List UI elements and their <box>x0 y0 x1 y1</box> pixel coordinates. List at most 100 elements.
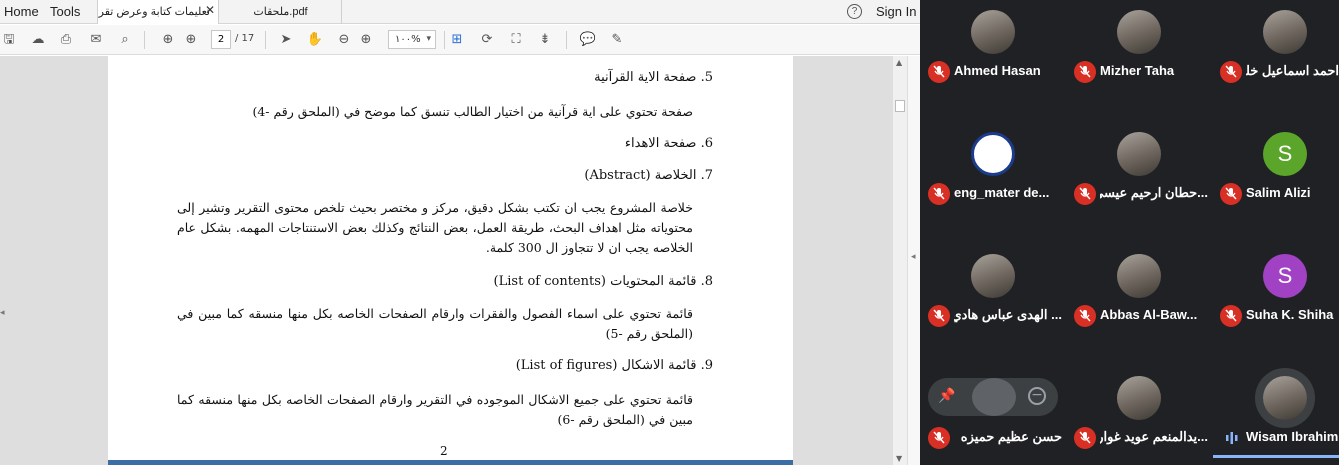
participant-tile[interactable]: Wisam Ibrahim <box>1212 366 1339 465</box>
speaking-indicator-icon <box>1220 427 1242 449</box>
tab-other-label: ملحقات.pdf <box>253 6 308 18</box>
participant-photo-avatar <box>1117 132 1161 176</box>
hand-tool-icon[interactable]: ✋ <box>306 31 324 49</box>
mic-muted-icon <box>928 183 950 205</box>
participant-avatar: S <box>1263 132 1307 176</box>
participant-name: Ahmed Hasan <box>954 63 1041 78</box>
pdf-toolbar: 🖫 ☁ ⎙ ✉ ⌕ ⊕ ⊕ 2 / 17 ➤ ✋ ⊖ ⊕ ١٠٠% ⊞ ⟳ ⛶ … <box>0 25 920 55</box>
participant-avatar: S <box>1263 254 1307 298</box>
close-tab-icon[interactable]: ✕ <box>205 3 215 17</box>
participant-photo-avatar <box>1263 376 1307 420</box>
mic-muted-icon <box>1074 183 1096 205</box>
participant-tile[interactable]: ... الهدى عباس هادي <box>920 244 1066 364</box>
next-page-edge <box>108 460 793 465</box>
mic-muted-icon <box>928 305 950 327</box>
page-number: 2 <box>440 444 448 458</box>
mic-muted-icon <box>1220 305 1242 327</box>
participant-photo-avatar <box>971 254 1015 298</box>
scroll-mode-icon[interactable]: ⇟ <box>536 31 554 49</box>
menu-bar: Home Tools تعليمات كتابة وعرض تقر... ✕ م… <box>0 0 920 24</box>
scroll-down-icon[interactable]: ▼ <box>896 454 902 463</box>
participant-name: Abbas Al-Baw... <box>1100 307 1198 322</box>
active-speaker-indicator <box>1213 455 1339 458</box>
participant-tile[interactable]: احمد اسماعيل خليل <box>1212 0 1339 120</box>
collapse-left-arrow-icon[interactable]: ◂ <box>0 308 5 318</box>
toolbar-divider <box>566 31 567 49</box>
paragraph-quran-page: صفحة تحتوي على اية قرآنية من اختيار الطا… <box>252 104 693 119</box>
participant-photo-avatar <box>1117 254 1161 298</box>
self-avatar <box>972 378 1016 416</box>
participant-photo-avatar <box>971 10 1015 54</box>
side-panel-splitter[interactable]: ◂ <box>907 56 920 465</box>
participant-photo-avatar <box>1263 10 1307 54</box>
toolbar-divider <box>444 31 445 49</box>
page-total-label: / 17 <box>235 33 255 44</box>
pdf-page: 5. صفحة الاية القرآنية صفحة تحتوي على اي… <box>108 56 793 465</box>
tab-other-document[interactable]: ملحقات.pdf <box>220 0 342 24</box>
toolbar-divider <box>144 31 145 49</box>
participant-logo-avatar <box>971 132 1015 176</box>
mic-muted-icon <box>1220 61 1242 83</box>
participant-tile[interactable]: Mizher Taha <box>1066 0 1212 120</box>
mic-muted-icon <box>928 427 950 449</box>
participant-name: Wisam Ibrahim <box>1246 429 1339 444</box>
vertical-scrollbar[interactable]: ▲ ▼ <box>893 56 907 465</box>
upload-cloud-icon[interactable]: ☁ <box>29 31 47 49</box>
page-number-input[interactable]: 2 <box>211 30 231 49</box>
expand-panel-arrow-icon[interactable]: ◂ <box>911 252 916 262</box>
participant-name: ...حطان ارحيم عيسى <box>1100 185 1208 200</box>
previous-page-icon[interactable]: ⊕ <box>159 31 177 49</box>
tab-active-document[interactable]: تعليمات كتابة وعرض تقر... <box>97 0 219 24</box>
remove-icon[interactable]: − <box>1028 387 1046 405</box>
participant-name: حسن عظيم حميزه <box>960 429 1062 444</box>
scrollbar-thumb[interactable] <box>895 100 905 112</box>
menu-tools[interactable]: Tools <box>50 4 80 19</box>
document-area[interactable]: ◂ 5. صفحة الاية القرآنية صفحة تحتوي على … <box>0 56 920 465</box>
next-page-icon[interactable]: ⊕ <box>182 31 200 49</box>
participant-name: احمد اسماعيل خليل <box>1246 63 1339 78</box>
scroll-up-icon[interactable]: ▲ <box>896 58 902 67</box>
participant-photo-avatar <box>1117 10 1161 54</box>
fullscreen-icon[interactable]: ⛶ <box>507 31 525 49</box>
participant-name: ... الهدى عباس هادي <box>954 307 1062 322</box>
select-cursor-icon[interactable]: ➤ <box>277 31 295 49</box>
participant-tile[interactable]: ...يدالمنعم عويد غوار <box>1066 366 1212 465</box>
zoom-out-icon[interactable]: ⊖ <box>335 31 353 49</box>
participant-tile[interactable]: S Salim Alizi <box>1212 122 1339 242</box>
zoom-in-icon[interactable]: ⊕ <box>357 31 375 49</box>
menu-home[interactable]: Home <box>4 4 39 19</box>
pdf-viewer-window: Home Tools تعليمات كتابة وعرض تقر... ✕ م… <box>0 0 920 465</box>
participant-tile[interactable]: eng_mater de... <box>920 122 1066 242</box>
sign-in-link[interactable]: Sign In <box>876 4 916 19</box>
participant-name: Suha K. Shiha <box>1246 307 1334 322</box>
meeting-participants-panel: Ahmed Hasan Mizher Taha احمد اسماعيل خليل e… <box>920 0 1339 465</box>
search-icon[interactable]: ⌕ <box>116 31 134 49</box>
print-icon[interactable]: ⎙ <box>57 31 75 49</box>
mic-muted-icon <box>1074 305 1096 327</box>
tab-active-label: تعليمات كتابة وعرض تقر... <box>97 6 210 18</box>
self-view-controls: 📌 − <box>928 378 1058 416</box>
zoom-level-select[interactable]: ١٠٠% <box>388 30 436 49</box>
mic-muted-icon <box>1074 61 1096 83</box>
mic-muted-icon <box>928 61 950 83</box>
save-icon[interactable]: 🖫 <box>0 31 18 49</box>
highlight-pen-icon[interactable]: ✎ <box>608 31 626 49</box>
toolbar-divider <box>265 31 266 49</box>
rotate-icon[interactable]: ⟳ <box>478 31 496 49</box>
paragraph-abstract: خلاصة المشروع يجب ان تكتب بشكل دقيق، مرك… <box>177 200 693 255</box>
participant-name: Mizher Taha <box>1100 63 1175 78</box>
participant-tile[interactable]: S Suha K. Shiha <box>1212 244 1339 364</box>
paragraph-list-of-figures: قائمة تحتوي على جميع الاشكال الموجوده في… <box>177 392 693 427</box>
email-icon[interactable]: ✉ <box>87 31 105 49</box>
comment-icon[interactable]: 💬 <box>579 31 597 49</box>
participant-photo-avatar <box>1117 376 1161 420</box>
participant-tile[interactable]: Abbas Al-Baw... <box>1066 244 1212 364</box>
help-icon[interactable]: ? <box>847 4 862 19</box>
fit-page-icon[interactable]: ⊞ <box>448 31 466 49</box>
pin-icon[interactable]: 📌 <box>938 388 955 404</box>
participant-tile[interactable]: Ahmed Hasan <box>920 0 1066 120</box>
mic-muted-icon <box>1220 183 1242 205</box>
participant-tile[interactable]: ...حطان ارحيم عيسى <box>1066 122 1212 242</box>
participant-name: Salim Alizi <box>1246 185 1311 200</box>
heading-list-of-contents: 8. قائمة المحتويات (List of contents) <box>493 274 713 289</box>
